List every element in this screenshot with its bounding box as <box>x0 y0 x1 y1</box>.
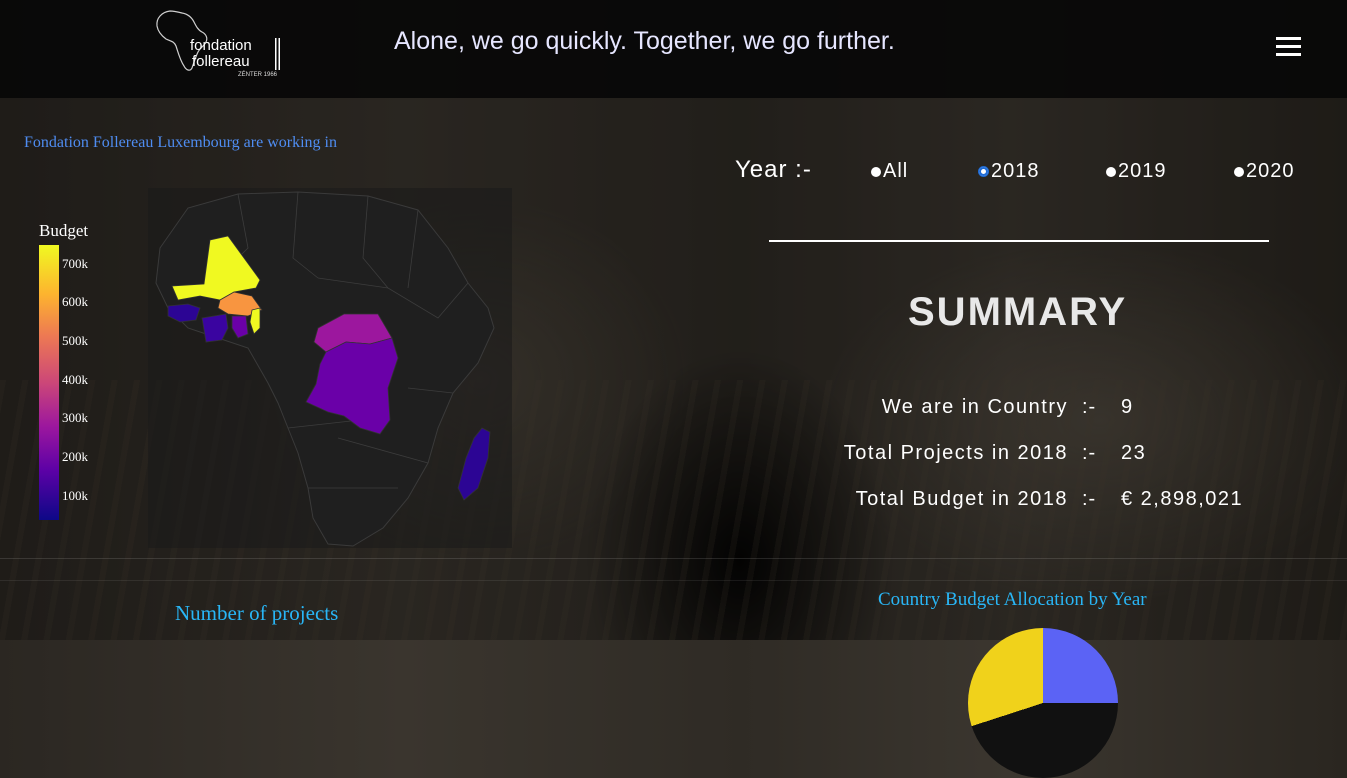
year-option-label: 2018 <box>991 160 1040 182</box>
logo-bars-icon <box>275 38 280 70</box>
map-title: Fondation Follereau Luxembourg are worki… <box>24 134 337 151</box>
radio-button-selected[interactable] <box>978 166 989 177</box>
radio-button[interactable] <box>1106 166 1116 177</box>
colorbar <box>39 245 59 520</box>
summary-title: SUMMARY <box>908 290 1128 334</box>
colorbar-tick: 200k <box>62 449 88 464</box>
radio-button[interactable] <box>871 166 881 177</box>
budget-chart-title: Country Budget Allocation by Year <box>878 589 1147 610</box>
country-guinea <box>167 303 201 323</box>
logo-line2: follereau <box>192 53 250 70</box>
year-option-all[interactable]: All <box>871 160 908 183</box>
year-option-label: 2019 <box>1118 160 1167 182</box>
country-madagascar <box>457 427 491 501</box>
summary-row-country: We are in Country <box>700 396 1068 422</box>
colorbar-tick: 500k <box>62 333 88 348</box>
colorbar-tick: 400k <box>62 372 88 387</box>
colorbar-tick: 700k <box>62 256 88 271</box>
logo-line3: ZÉNTER 1966 <box>238 72 278 78</box>
summary-value: 23 <box>1121 442 1147 464</box>
year-option-label: All <box>883 160 909 182</box>
colorbar-tick: 100k <box>62 488 88 503</box>
year-option-2020[interactable]: 2020 <box>1234 160 1295 183</box>
section-divider <box>0 558 1347 559</box>
choropleth-map[interactable] <box>148 188 512 548</box>
summary-separator: :- <box>1082 396 1097 418</box>
summary-separator: :- <box>1082 442 1097 464</box>
tagline: Alone, we go quickly. Together, we go fu… <box>394 27 895 55</box>
colorbar-tick: 300k <box>62 410 88 425</box>
projects-chart-title: Number of projects <box>175 601 339 625</box>
summary-label: Total Projects in 2018 <box>843 442 1068 464</box>
logo[interactable]: fondation follereau ZÉNTER 1966 <box>152 8 292 86</box>
africa-map[interactable] <box>148 188 512 548</box>
summary-row-budget: Total Budget in 2018 <box>700 488 1068 514</box>
hamburger-menu-icon[interactable] <box>1276 37 1301 57</box>
year-option-label: 2020 <box>1246 160 1295 182</box>
budget-pie-chart[interactable] <box>968 628 1118 778</box>
year-filter-label: Year :- <box>735 156 812 183</box>
section-divider <box>0 580 1347 581</box>
radio-button[interactable] <box>1234 166 1244 177</box>
summary-label: We are in Country <box>881 396 1068 418</box>
logo-line1: fondation <box>190 37 252 54</box>
summary-separator: :- <box>1082 488 1097 510</box>
colorbar-title: Budget <box>39 221 89 240</box>
year-option-2018[interactable]: 2018 <box>978 160 1040 183</box>
summary-label: Total Budget in 2018 <box>855 488 1068 510</box>
colorbar-tick: 600k <box>62 294 88 309</box>
summary-value: € 2,898,021 <box>1121 488 1244 510</box>
summary-row-projects: Total Projects in 2018 <box>700 442 1068 468</box>
year-option-2019[interactable]: 2019 <box>1106 160 1167 183</box>
header-bar: fondation follereau ZÉNTER 1966 Alone, w… <box>0 0 1347 98</box>
summary-divider <box>769 240 1269 242</box>
summary-value: 9 <box>1121 396 1134 418</box>
